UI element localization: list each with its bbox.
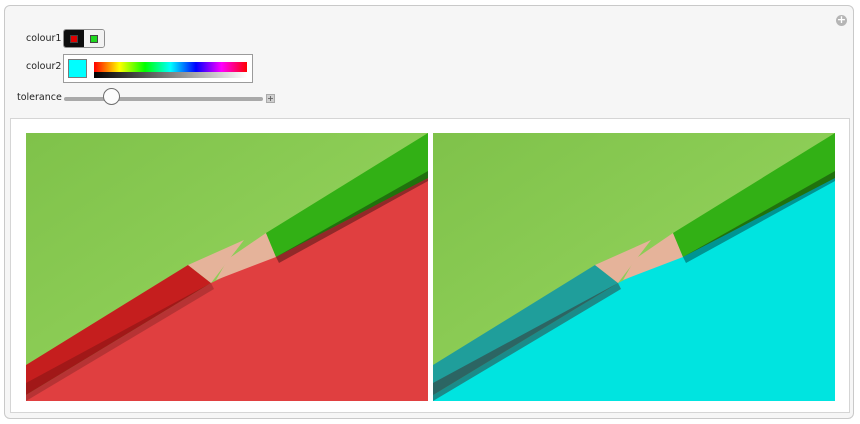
manipulate-panel: + colour1 colour2 tolerance + <box>4 5 854 419</box>
colour1-option-red[interactable] <box>64 30 84 47</box>
colour1-label: colour1 <box>26 33 62 44</box>
colour1-option-green[interactable] <box>84 30 104 47</box>
red-swatch-icon <box>70 34 78 43</box>
colour1-setter-bar <box>63 29 105 48</box>
green-swatch-icon <box>90 34 98 43</box>
colour2-brightness-bar[interactable] <box>94 72 247 78</box>
panel-options-plus-icon[interactable]: + <box>836 14 847 26</box>
tolerance-label: tolerance <box>17 92 62 103</box>
colour2-color-picker <box>63 54 253 83</box>
original-pencils-image <box>26 133 428 401</box>
tolerance-slider-track[interactable] <box>64 97 263 101</box>
colour2-hue-spectrum[interactable] <box>94 62 247 72</box>
output-area <box>10 118 850 413</box>
colour2-label: colour2 <box>26 61 62 72</box>
recolored-pencils-image <box>433 133 835 401</box>
tolerance-expand-plus-icon[interactable]: + <box>266 94 275 103</box>
colour2-current-swatch[interactable] <box>68 59 87 78</box>
tolerance-slider-thumb[interactable] <box>103 88 121 105</box>
